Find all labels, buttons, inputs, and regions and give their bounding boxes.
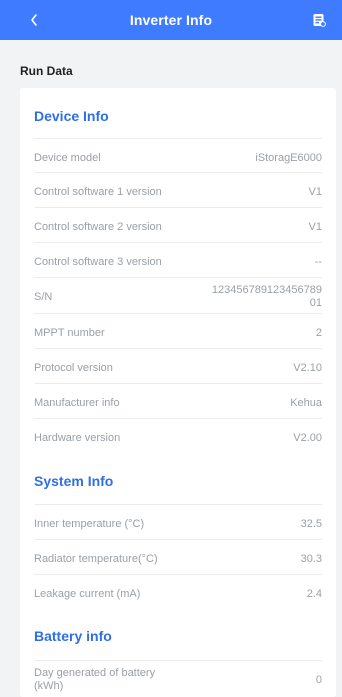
row-label: S/N — [34, 291, 53, 303]
row-value: V2.00 — [293, 432, 322, 444]
row-label: Hardware version — [34, 432, 121, 444]
row-sn: S/N 123456789123456789 01 — [34, 277, 322, 314]
row-label: Protocol version — [34, 362, 113, 374]
document-list-icon — [313, 14, 326, 27]
row-value: -- — [314, 256, 322, 268]
row-value: V2.10 — [293, 362, 322, 374]
row-mppt-number: MPPT number 2 — [34, 313, 322, 349]
row-label: Control software 3 version — [34, 256, 162, 268]
row-label: MPPT number — [34, 327, 105, 339]
row-value: V1 — [308, 221, 322, 233]
page-title: Inverter Info — [129, 12, 213, 28]
row-device-model: Device model iStoragE6000 — [34, 138, 322, 173]
section-title-system: System Info — [34, 473, 114, 489]
row-inner-temperature: Inner temperature (°C) 32.5 — [34, 504, 322, 540]
row-value: 123456789123456789 01 — [211, 284, 322, 309]
row-label: Control software 2 version — [34, 221, 162, 233]
run-data-bar: Run Data — [0, 40, 342, 88]
row-label: Leakage current (mA) — [34, 588, 141, 600]
row-value: Kehua — [290, 397, 322, 409]
row-day-generated-battery: Day generated of battery (kWh) 0 — [34, 660, 322, 697]
row-value: 0 — [315, 674, 322, 686]
row-label: Device model — [34, 152, 101, 164]
info-card: Device Info Device model iStoragE6000 Co… — [20, 88, 336, 697]
row-hardware-version: Hardware version V2.00 — [34, 418, 322, 454]
row-radiator-temperature: Radiator temperature(°C) 30.3 — [34, 539, 322, 575]
section-title-device: Device Info — [34, 108, 109, 124]
row-manufacturer-info: Manufacturer info Kehua — [34, 383, 322, 419]
report-button[interactable] — [306, 0, 332, 40]
row-value: 2.4 — [306, 588, 322, 600]
app-header: Inverter Info — [0, 0, 342, 40]
row-leakage-current: Leakage current (mA) 2.4 — [34, 574, 322, 610]
row-label: Radiator temperature(°C) — [34, 553, 158, 565]
row-label: Inner temperature (°C) — [34, 518, 145, 530]
row-control-sw-2: Control software 2 version V1 — [34, 207, 322, 243]
row-control-sw-3: Control software 3 version -- — [34, 242, 322, 278]
row-label: Day generated of battery (kWh) — [34, 667, 156, 692]
row-control-sw-1: Control software 1 version V1 — [34, 172, 322, 208]
row-label: Control software 1 version — [34, 186, 162, 198]
row-value: iStoragE6000 — [255, 152, 322, 164]
row-value: 2 — [315, 327, 322, 339]
section-title-battery: Battery info — [34, 628, 112, 644]
row-value: 32.5 — [300, 518, 322, 530]
row-label: Manufacturer info — [34, 397, 120, 409]
row-value: 30.3 — [300, 553, 322, 565]
run-data-label: Run Data — [20, 64, 73, 78]
row-value: V1 — [308, 186, 322, 198]
row-protocol-version: Protocol version V2.10 — [34, 348, 322, 384]
